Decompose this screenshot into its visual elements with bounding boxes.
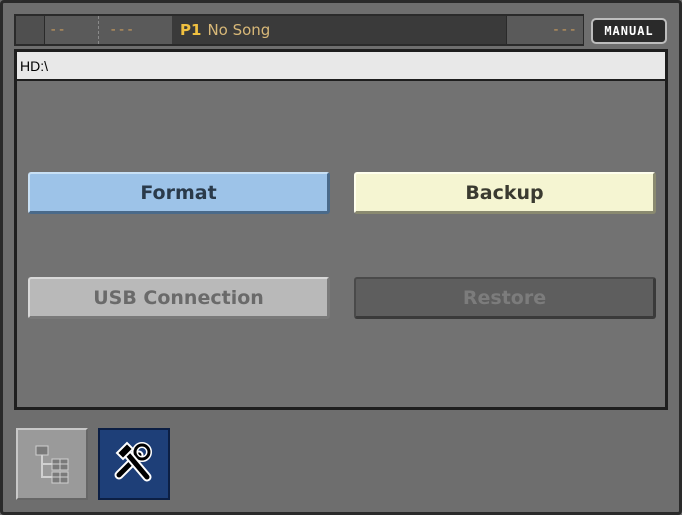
status-field-2: --- [98,16,179,44]
song-display[interactable]: P1 No Song [172,16,510,44]
manual-mode-button[interactable]: MANUAL [591,18,667,44]
status-field-1: -- [44,16,99,44]
usb-connection-button[interactable]: USB Connection [28,277,330,319]
top-status-bar: -- --- P1 No Song --- MANUAL [14,14,668,46]
media-panel: HD:\ Format Backup USB Connection Restor… [14,49,668,410]
status-field-4: --- [506,16,583,44]
tab-media[interactable] [16,428,88,500]
song-name: No Song [207,21,271,39]
file-tree-icon [35,445,69,484]
path-bar: HD:\ [17,52,665,81]
format-button[interactable]: Format [28,172,330,214]
program-number: P1 [180,21,202,39]
status-display: -- --- P1 No Song --- [14,14,584,46]
tab-utility[interactable] [98,428,170,500]
restore-button[interactable]: Restore [354,277,656,319]
tools-icon [114,441,152,482]
backup-button[interactable]: Backup [354,172,656,214]
